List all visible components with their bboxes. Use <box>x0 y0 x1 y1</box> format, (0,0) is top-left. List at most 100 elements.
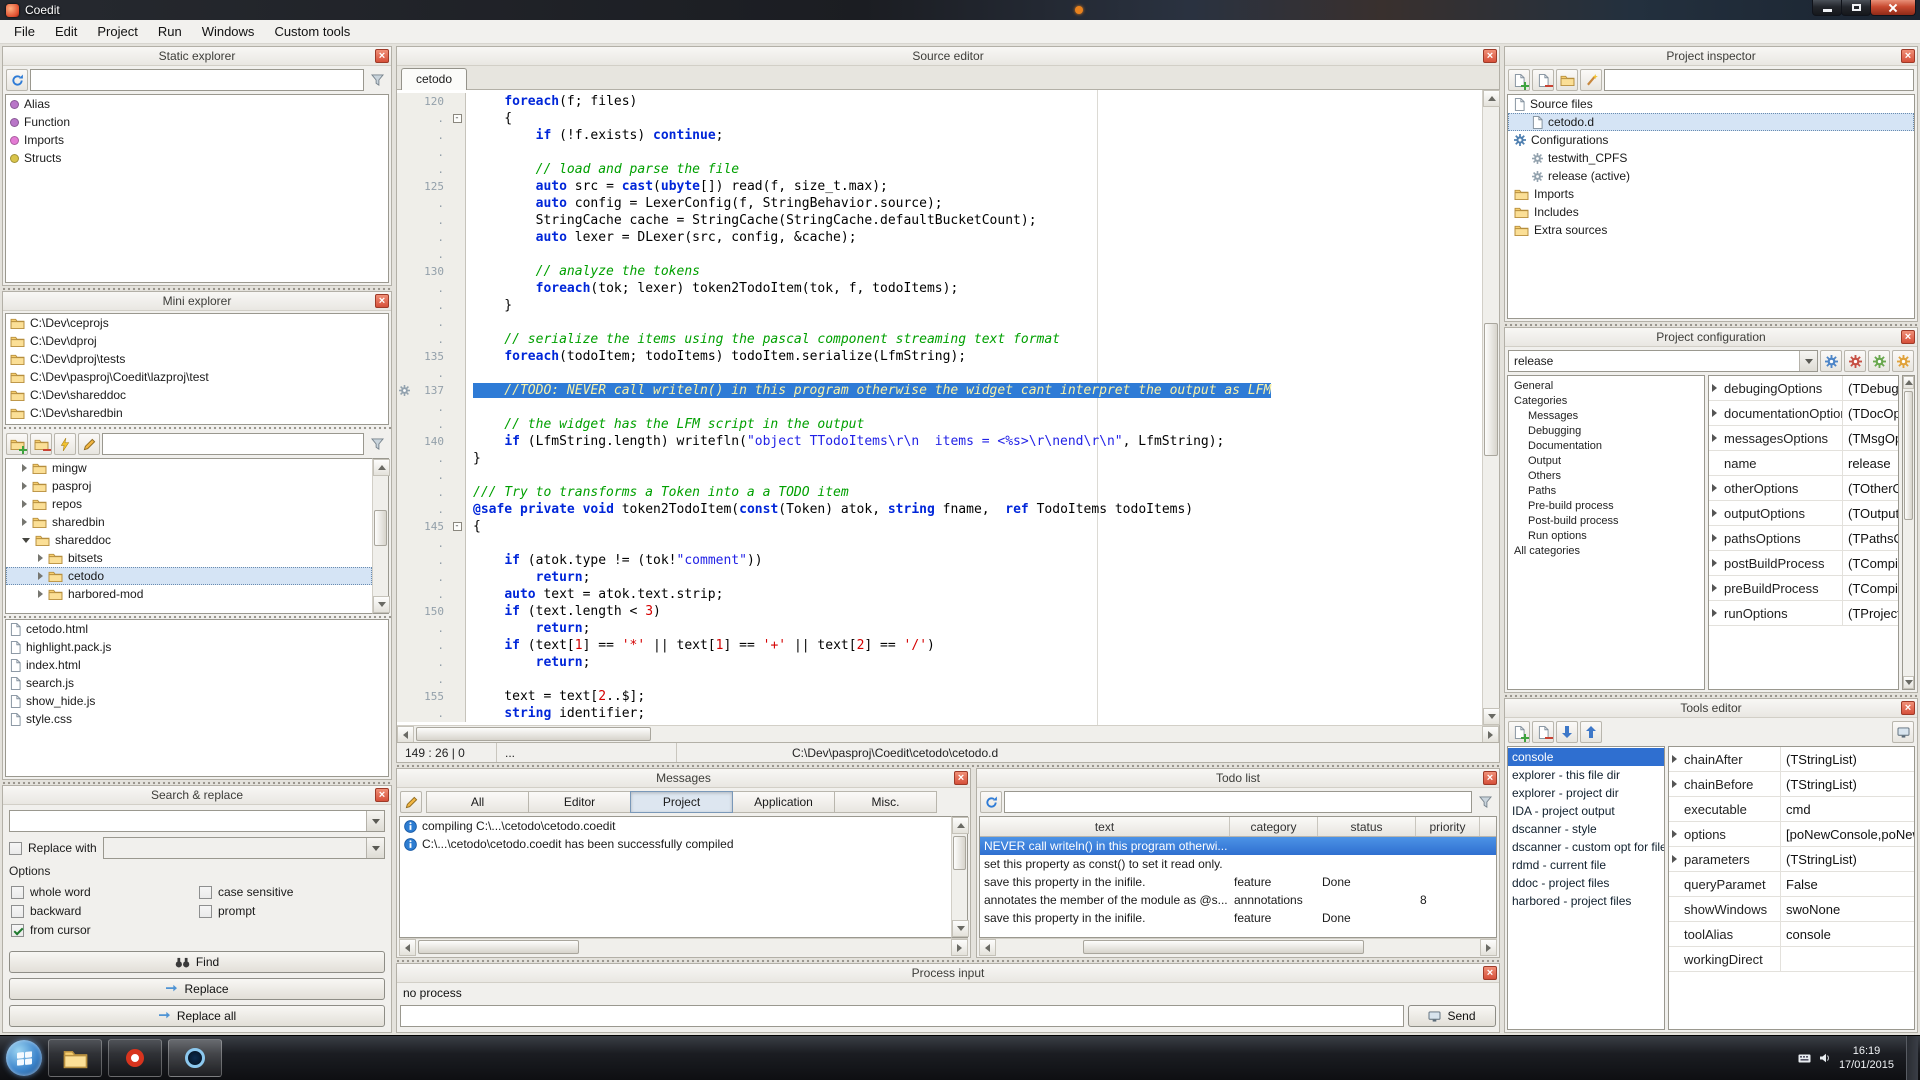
code-line[interactable]: . <box>397 399 1482 416</box>
tool-item-harbored-project-files[interactable]: harbored - project files <box>1508 892 1664 910</box>
property-value[interactable]: console <box>1781 922 1914 946</box>
tool-item-ida-project-output[interactable]: IDA - project output <box>1508 802 1664 820</box>
expand-arrow-icon[interactable] <box>1712 534 1721 542</box>
taskbar-opera-button[interactable] <box>108 1039 162 1077</box>
property-row-options[interactable]: options[poNewConsole,poNew <box>1669 822 1914 847</box>
process-input-field[interactable] <box>400 1005 1404 1027</box>
shell-open-button[interactable] <box>54 433 76 455</box>
favorite-folder[interactable]: C:\Dev\dproj <box>6 332 388 350</box>
find-button[interactable]: Find <box>9 951 385 973</box>
tree-node-mingw[interactable]: mingw <box>6 459 372 477</box>
chevron-right-icon[interactable] <box>22 500 27 508</box>
clone-configuration-button[interactable] <box>1868 350 1890 372</box>
code-line[interactable]: . <box>397 246 1482 263</box>
code-line[interactable]: . string identifier; <box>397 705 1482 722</box>
close-panel-icon[interactable]: × <box>375 294 389 308</box>
todo-horizontal-scrollbar[interactable] <box>979 938 1497 955</box>
chevron-right-icon[interactable] <box>22 464 27 472</box>
move-tool-up-button[interactable] <box>1580 721 1602 743</box>
expand-arrow-icon[interactable] <box>1672 780 1681 788</box>
inspector-node-release-active[interactable]: release (active) <box>1508 167 1914 185</box>
replace-all-button[interactable]: Replace all <box>9 1005 385 1027</box>
code-line[interactable]: . return; <box>397 654 1482 671</box>
code-line[interactable]: . auto lexer = DLexer(src, config, &cach… <box>397 229 1482 246</box>
menu-edit[interactable]: Edit <box>45 21 87 42</box>
property-row-outputoptions[interactable]: outputOptions(TOutputOpts) <box>1709 501 1898 526</box>
property-grid-scrollbar[interactable] <box>1902 375 1915 690</box>
scroll-down-button[interactable] <box>952 920 969 937</box>
property-value[interactable]: (TOtherOpts) <box>1843 476 1898 500</box>
code-line[interactable]: . <box>397 671 1482 688</box>
file-item-search-js[interactable]: search.js <box>6 674 388 692</box>
property-row-chainbefore[interactable]: chainBefore(TStringList) <box>1669 772 1914 797</box>
chevron-right-icon[interactable] <box>22 518 27 526</box>
messages-vertical-scrollbar[interactable] <box>951 816 968 938</box>
expand-arrow-icon[interactable] <box>1712 559 1721 567</box>
scroll-down-button[interactable] <box>1483 708 1500 725</box>
config-category-output[interactable]: Output <box>1508 453 1704 468</box>
expand-arrow-icon[interactable] <box>1712 584 1721 592</box>
close-panel-icon[interactable]: × <box>954 771 968 785</box>
property-row-showwindows[interactable]: showWindowsswoNone <box>1669 897 1914 922</box>
tool-item-explorer-this-file-dir[interactable]: explorer - this file dir <box>1508 766 1664 784</box>
close-window-button[interactable] <box>1870 0 1916 16</box>
static-symbol-structs[interactable]: Structs <box>6 149 388 167</box>
tray-keyboard-icon[interactable] <box>1798 1054 1811 1063</box>
expand-arrow-icon[interactable] <box>1712 434 1721 442</box>
config-category-run-options[interactable]: Run options <box>1508 528 1704 543</box>
close-panel-icon[interactable]: × <box>375 788 389 802</box>
minimize-button[interactable] <box>1812 0 1842 16</box>
property-row-chainafter[interactable]: chainAfter(TStringList) <box>1669 747 1914 772</box>
expand-arrow-icon[interactable] <box>1712 409 1721 417</box>
property-row-debugingoptions[interactable]: debugingOptions(TDebugOpts) <box>1709 376 1898 401</box>
static-search-input[interactable] <box>30 69 364 91</box>
code-line[interactable]: 120 foreach(f; files) <box>397 93 1482 110</box>
chevron-right-icon[interactable] <box>38 572 43 580</box>
code-line[interactable]: 135 foreach(todoItem; todoItems) todoIte… <box>397 348 1482 365</box>
tree-node-repos[interactable]: repos <box>6 495 372 513</box>
fold-collapse-icon[interactable]: - <box>453 114 462 123</box>
static-symbol-function[interactable]: Function <box>6 113 388 131</box>
file-item-index-html[interactable]: index.html <box>6 656 388 674</box>
code-line[interactable]: . if (text[1] == '*' || text[1] == '+' |… <box>397 637 1482 654</box>
scroll-left-button[interactable] <box>399 939 416 956</box>
fold-collapse-icon[interactable]: - <box>453 522 462 531</box>
todo-column-category[interactable]: category <box>1230 817 1318 836</box>
code-line[interactable]: . if (!f.exists) continue; <box>397 127 1482 144</box>
menu-windows[interactable]: Windows <box>192 21 265 42</box>
property-value[interactable]: cmd <box>1781 797 1914 821</box>
add-tool-button[interactable] <box>1508 721 1530 743</box>
scroll-right-button[interactable] <box>1482 726 1499 743</box>
property-row-executable[interactable]: executablecmd <box>1669 797 1914 822</box>
remove-favorite-button[interactable] <box>30 433 52 455</box>
code-line[interactable]: . <box>397 535 1482 552</box>
menu-custom-tools[interactable]: Custom tools <box>264 21 360 42</box>
tool-item-dscanner-style[interactable]: dscanner - style <box>1508 820 1664 838</box>
code-line[interactable]: . // load and parse the file <box>397 161 1482 178</box>
code-line[interactable]: . if (atok.type != (tok!"comment")) <box>397 552 1482 569</box>
property-row-messagesoptions[interactable]: messagesOptions(TMsgOpts) <box>1709 426 1898 451</box>
messages-tab-project[interactable]: Project <box>630 791 733 813</box>
tool-item-console[interactable]: console <box>1508 748 1664 766</box>
tree-node-cetodo[interactable]: cetodo <box>6 567 372 585</box>
todo-row[interactable]: set this property as const() to set it r… <box>980 855 1496 873</box>
send-button[interactable]: Send <box>1408 1005 1496 1027</box>
tab-cetodo[interactable]: cetodo <box>401 68 467 90</box>
property-value[interactable]: (TStringList) <box>1781 847 1914 871</box>
close-panel-icon[interactable]: × <box>375 49 389 63</box>
code-line[interactable]: . // the widget has the LFM script in th… <box>397 416 1482 433</box>
inspector-node-imports[interactable]: Imports <box>1508 185 1914 203</box>
add-favorite-button[interactable] <box>6 433 28 455</box>
favorite-folder[interactable]: C:\Dev\ceprojs <box>6 314 388 332</box>
checkbox-box[interactable] <box>11 924 24 937</box>
file-item-cetodo-html[interactable]: cetodo.html <box>6 620 388 638</box>
code-line[interactable]: 125 auto src = cast(ubyte[]) read(f, siz… <box>397 178 1482 195</box>
checkbox-box[interactable] <box>199 905 212 918</box>
maximize-button[interactable] <box>1841 0 1871 16</box>
scroll-down-button[interactable] <box>1903 676 1914 689</box>
property-row-otheroptions[interactable]: otherOptions(TOtherOpts) <box>1709 476 1898 501</box>
code-area[interactable]: 120 foreach(f; files).- {. if (!f.exists… <box>397 90 1482 725</box>
todo-row[interactable]: save this property in the inifile.featur… <box>980 873 1496 891</box>
remove-tool-button[interactable] <box>1532 721 1554 743</box>
todo-column-priority[interactable]: priority <box>1416 817 1480 836</box>
